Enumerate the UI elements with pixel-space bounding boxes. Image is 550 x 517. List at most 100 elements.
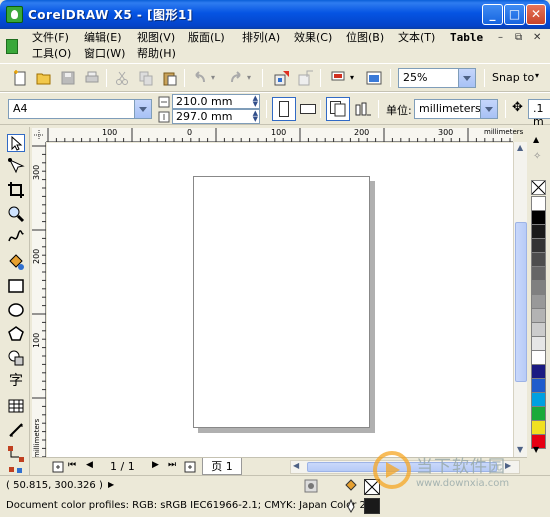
scroll-up-icon[interactable]: ▲: [517, 143, 523, 152]
add-page-after-icon[interactable]: [184, 461, 196, 473]
last-page-icon[interactable]: ⏭: [168, 460, 176, 470]
color-swatch[interactable]: [531, 238, 546, 253]
outline-pen-icon[interactable]: [346, 499, 356, 513]
freehand-tool-icon[interactable]: [7, 229, 25, 247]
add-page-before-icon[interactable]: [52, 461, 64, 473]
width-spinner-icon[interactable]: ▲ ▼: [253, 95, 258, 108]
zoom-tool-icon[interactable]: [7, 205, 25, 223]
color-swatch[interactable]: [531, 294, 546, 309]
menu-arrange[interactable]: 排列(A): [242, 31, 280, 44]
doc-restore-button[interactable]: ⧉: [515, 32, 522, 43]
palette-pick-icon[interactable]: ✧: [533, 151, 541, 162]
chevron-down-icon[interactable]: [458, 69, 475, 87]
polygon-tool-icon[interactable]: [7, 325, 25, 343]
document-page[interactable]: [193, 176, 370, 428]
color-swatch[interactable]: [531, 378, 546, 393]
page-size-select[interactable]: A4: [8, 99, 152, 119]
color-swatch[interactable]: [531, 420, 546, 435]
color-profiles-text[interactable]: Document color profiles: RGB: sRGB IEC61…: [6, 500, 375, 511]
ellipse-tool-icon[interactable]: [7, 301, 25, 319]
color-swatch[interactable]: [531, 392, 546, 407]
page-tab[interactable]: 页 1: [202, 458, 242, 475]
welcome-screen-icon[interactable]: [366, 70, 382, 86]
snap-dropdown-icon[interactable]: ▾: [535, 71, 539, 80]
export-icon[interactable]: [298, 70, 314, 86]
color-swatch[interactable]: [531, 196, 546, 211]
pick-tool-icon[interactable]: [7, 134, 25, 152]
color-swatch[interactable]: [531, 266, 546, 281]
import-icon[interactable]: [274, 70, 290, 86]
snap-to-dropdown[interactable]: Snap to: [492, 71, 534, 84]
status-expand-icon[interactable]: ▶: [108, 480, 114, 489]
color-swatch[interactable]: [531, 224, 546, 239]
coreldraw-app-icon[interactable]: [6, 6, 23, 23]
color-swatch[interactable]: [531, 322, 546, 337]
menu-layout[interactable]: 版面(L): [188, 31, 225, 44]
launcher-dropdown-icon[interactable]: ▾: [350, 73, 354, 82]
close-button[interactable]: ✕: [526, 4, 546, 25]
color-swatch[interactable]: [531, 336, 546, 351]
menu-table[interactable]: Table: [450, 31, 483, 44]
redo-icon[interactable]: [228, 70, 244, 86]
paste-icon[interactable]: [162, 70, 178, 86]
color-swatch[interactable]: [531, 252, 546, 267]
previous-page-icon[interactable]: ◀: [86, 460, 93, 470]
color-swatch[interactable]: [531, 308, 546, 323]
menu-help[interactable]: 帮助(H): [137, 47, 176, 60]
minimize-button[interactable]: _: [482, 4, 503, 25]
undo-icon[interactable]: [192, 70, 208, 86]
first-page-icon[interactable]: ⏮: [68, 460, 76, 470]
redo-dropdown-icon[interactable]: ▾: [247, 73, 251, 82]
save-icon[interactable]: [60, 70, 76, 86]
connector-tool-icon[interactable]: [7, 445, 25, 463]
smart-fill-tool-icon[interactable]: [7, 253, 25, 271]
menu-file[interactable]: 文件(F): [32, 31, 69, 44]
horizontal-ruler[interactable]: 100 0 100 200 300 millimeters: [46, 128, 523, 142]
shape-tool-icon[interactable]: [7, 157, 25, 175]
palette-scroll-up-icon[interactable]: ▲: [533, 135, 539, 144]
next-page-icon[interactable]: ▶: [152, 460, 159, 470]
chevron-down-icon[interactable]: [134, 100, 151, 118]
vertical-ruler[interactable]: 300 200 100 millimeters: [32, 142, 46, 458]
application-launcher-icon[interactable]: [330, 70, 346, 86]
ruler-origin[interactable]: [32, 128, 46, 142]
crop-tool-icon[interactable]: [7, 181, 25, 199]
copy-icon[interactable]: [138, 70, 154, 86]
cut-icon[interactable]: [114, 70, 130, 86]
palette-scroll-down-icon[interactable]: ▼: [533, 445, 539, 454]
units-select[interactable]: millimeters: [414, 99, 498, 119]
color-swatch[interactable]: [531, 280, 546, 295]
menu-text[interactable]: 文本(T): [398, 31, 435, 44]
open-folder-icon[interactable]: [36, 70, 52, 86]
snap-settings-icon[interactable]: [304, 479, 318, 493]
nudge-distance-input[interactable]: .1 m: [528, 99, 550, 128]
table-tool-icon[interactable]: [7, 397, 25, 415]
blend-tool-icon[interactable]: [7, 465, 25, 475]
height-spinner-icon[interactable]: ▲ ▼: [253, 110, 258, 123]
all-pages-button[interactable]: [326, 97, 350, 121]
fill-bucket-icon[interactable]: [344, 479, 358, 495]
portrait-button[interactable]: [272, 97, 296, 121]
basic-shapes-tool-icon[interactable]: [7, 349, 25, 367]
chevron-down-icon[interactable]: [480, 100, 497, 118]
drawing-canvas[interactable]: [47, 143, 513, 458]
page-height-input[interactable]: 297.0 mm ▲ ▼: [172, 109, 260, 124]
color-swatch[interactable]: [531, 406, 546, 421]
current-page-icon[interactable]: [355, 102, 371, 116]
menu-edit[interactable]: 编辑(E): [84, 31, 122, 44]
page-width-input[interactable]: 210.0 mm ▲ ▼: [172, 94, 260, 109]
scrollbar-thumb[interactable]: [515, 222, 527, 382]
document-icon[interactable]: [6, 39, 18, 54]
doc-minimize-button[interactable]: –: [498, 32, 503, 43]
scroll-left-icon[interactable]: ◀: [293, 461, 299, 470]
zoom-level-select[interactable]: 25%: [398, 68, 476, 88]
no-color-swatch[interactable]: [531, 180, 546, 195]
menu-bitmaps[interactable]: 位图(B): [346, 31, 384, 44]
menu-window[interactable]: 窗口(W): [84, 47, 125, 60]
color-swatch[interactable]: [531, 350, 546, 365]
color-swatch[interactable]: [531, 364, 546, 379]
maximize-button[interactable]: □: [504, 4, 525, 25]
rectangle-tool-icon[interactable]: [7, 277, 25, 295]
print-icon[interactable]: [84, 70, 100, 86]
menu-effects[interactable]: 效果(C): [294, 31, 332, 44]
